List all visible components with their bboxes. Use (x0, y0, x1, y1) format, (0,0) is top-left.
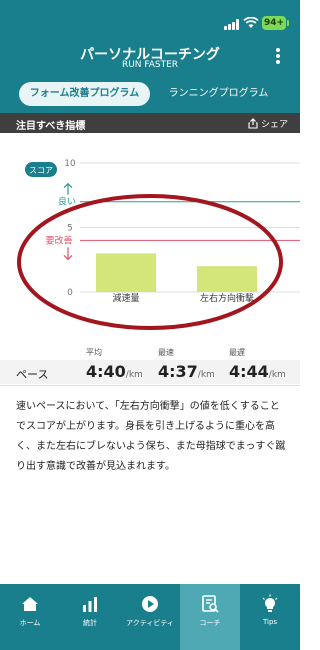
bar (197, 266, 257, 292)
coach-icon (202, 595, 219, 613)
pace-fastest: 4:37/km (158, 362, 215, 381)
score-chart: スコア 0 5 10 良い要改善減速量 左右方向衝撃 (0, 133, 300, 348)
home-icon (22, 597, 38, 611)
coaching-description: 速いペースにおいて、「左右方向衝撃」の値を低くすることでスコアが上がります。身長… (16, 401, 286, 472)
pace-slowest: 4:44/km (229, 362, 286, 381)
y-tick-label: 10 (64, 159, 76, 169)
share-button[interactable]: シェア (248, 117, 288, 130)
pace-fastest-unit: /km (197, 370, 215, 380)
tab-home[interactable]: ホーム (0, 584, 60, 650)
tab-coach[interactable]: コーチ (180, 584, 240, 650)
pace-avg-unit: /km (125, 370, 143, 380)
program-tabs: フォーム改善プログラム ランニングプログラム (19, 82, 284, 106)
pace-slowest-unit: /km (268, 370, 286, 380)
score-badge-label: スコア (29, 166, 53, 175)
signal-icon (224, 19, 240, 30)
stat-header-slowest: 最遅 (229, 348, 245, 357)
tab-activity-label: アクティビティ (126, 619, 174, 627)
y-tick-label: 5 (67, 224, 73, 234)
bar (96, 253, 156, 292)
good-threshold-label: 良い (58, 196, 76, 208)
section-title: 注目すべき指標 (16, 121, 86, 132)
y-tick-label: 0 (67, 288, 73, 298)
status-bar: 94+ (0, 14, 300, 34)
tab-tips[interactable]: Tips (240, 584, 300, 650)
play-icon (142, 596, 158, 612)
tab-running-program[interactable]: ランニングプログラム (153, 82, 284, 106)
pace-label: ペース (16, 368, 49, 381)
battery-indicator: 94+ (262, 16, 289, 30)
section-header: 注目すべき指標 シェア (0, 113, 300, 133)
share-label: シェア (260, 120, 288, 130)
tab-tips-label: Tips (262, 618, 278, 626)
tab-stats-label: 統計 (83, 619, 97, 627)
more-options-icon[interactable] (275, 48, 281, 66)
pace-stats-row: ペース 4:40/km 4:37/km 4:44/km (0, 360, 300, 384)
arrow-down-icon (63, 247, 73, 261)
score-chart-svg: スコア 0 5 10 良い要改善減速量 左右方向衝撃 (17, 159, 300, 330)
arrow-up-icon (63, 182, 73, 195)
wifi-icon (243, 17, 259, 28)
stat-header-avg: 平均 (86, 348, 102, 357)
page-subtitle: RUN FASTER (121, 60, 179, 70)
tab-stats[interactable]: 統計 (60, 584, 120, 650)
share-icon (248, 118, 258, 129)
app-header: 94+ パーソナルコーチング RUN FASTER フォーム改善プログラム ラン… (0, 0, 300, 113)
stat-header-fastest: 最速 (158, 348, 174, 357)
tab-form-improvement[interactable]: フォーム改善プログラム (19, 82, 150, 106)
x-category-label: 減速量 (112, 292, 139, 304)
pace-avg-value: 4:40 (86, 362, 126, 381)
tab-coach-label: コーチ (199, 619, 221, 627)
pace-stats-headers: 平均 最速 最遅 (0, 347, 300, 361)
tab-activity[interactable]: アクティビティ (120, 584, 180, 650)
x-category-label: 左右方向衝撃 (200, 292, 254, 304)
tab-home-label: ホーム (19, 619, 41, 627)
bulb-icon (262, 594, 278, 612)
divider (0, 385, 300, 386)
improve-threshold-label: 要改善 (45, 234, 72, 246)
pace-avg: 4:40/km (86, 362, 143, 381)
pace-slowest-value: 4:44 (229, 362, 269, 381)
stats-icon (83, 597, 97, 612)
pace-fastest-value: 4:37 (158, 362, 198, 381)
bottom-tab-bar: ホーム 統計 アクティビティ コーチ Tips (0, 584, 300, 650)
